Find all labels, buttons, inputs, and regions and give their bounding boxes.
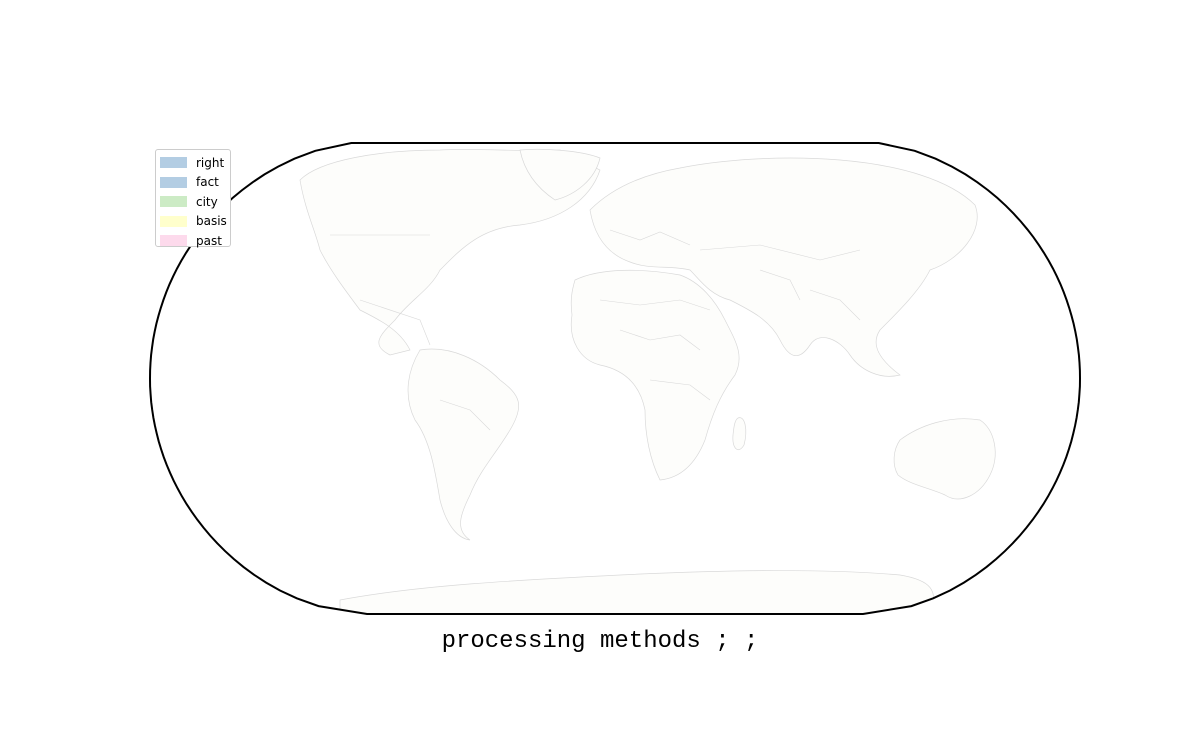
legend-label: basis [196,214,227,229]
legend-item-city: city [160,192,230,212]
legend-swatch [160,235,187,247]
south-america-landmass [407,348,519,541]
australia-landmass [893,418,996,500]
legend-item-basis: basis [160,212,230,232]
legend-item-fact: fact [160,173,230,193]
legend-swatch [160,215,187,227]
legend-swatch [160,157,187,169]
legend-swatch [160,176,187,188]
madagascar-landmass [732,417,747,451]
antarctica-landmass [339,570,935,614]
legend-swatch [160,196,187,208]
map-legend: right fact city basis past [155,149,231,247]
legend-label: city [196,194,218,209]
africa-landmass [570,269,740,481]
legend-item-past: past [160,231,230,251]
land-layer [299,148,996,614]
legend-item-right: right [160,153,230,173]
legend-label: past [196,233,222,248]
legend-label: right [196,155,225,170]
map-title: processing methods ; ; [441,628,759,655]
legend-label: fact [196,175,219,190]
